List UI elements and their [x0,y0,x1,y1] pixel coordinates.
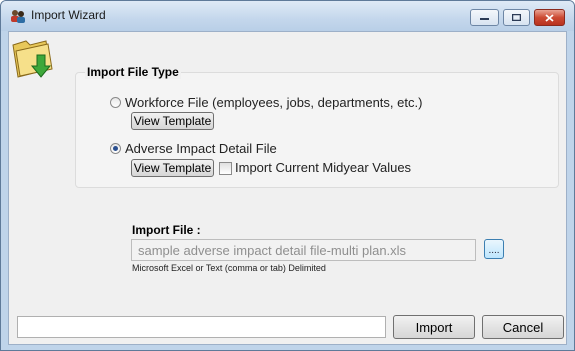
import-wizard-window: Import Wizard Import File Type Workforce… [0,0,575,351]
maximize-icon [512,14,521,21]
adverse-impact-radio[interactable] [110,143,121,154]
dialog-body: Import File Type Workforce File (employe… [8,31,567,345]
window-title: Import Wizard [31,8,106,22]
close-button[interactable] [534,9,565,26]
folder-import-icon [12,40,53,78]
cancel-button[interactable]: Cancel [482,315,564,339]
minimize-icon [480,17,489,20]
close-icon [545,13,554,22]
minimize-button[interactable] [470,9,499,26]
status-field [17,316,386,338]
workforce-file-label[interactable]: Workforce File (employees, jobs, departm… [125,95,422,110]
browse-button[interactable]: .... [484,239,504,259]
view-template-button-workforce[interactable]: View Template [131,112,214,130]
import-file-field[interactable] [131,239,476,261]
workforce-file-radio[interactable] [110,97,121,108]
midyear-values-checkbox[interactable] [219,162,232,175]
file-format-hint: Microsoft Excel or Text (comma or tab) D… [132,263,326,273]
maximize-button[interactable] [503,9,530,26]
view-template-button-adverse[interactable]: View Template [131,159,214,177]
import-button[interactable]: Import [393,315,475,339]
adverse-impact-label[interactable]: Adverse Impact Detail File [125,141,277,156]
title-bar[interactable]: Import Wizard [1,1,574,31]
import-file-label: Import File : [132,223,201,237]
group-title: Import File Type [85,65,181,79]
people-icon [11,10,25,23]
midyear-values-label[interactable]: Import Current Midyear Values [235,160,411,175]
